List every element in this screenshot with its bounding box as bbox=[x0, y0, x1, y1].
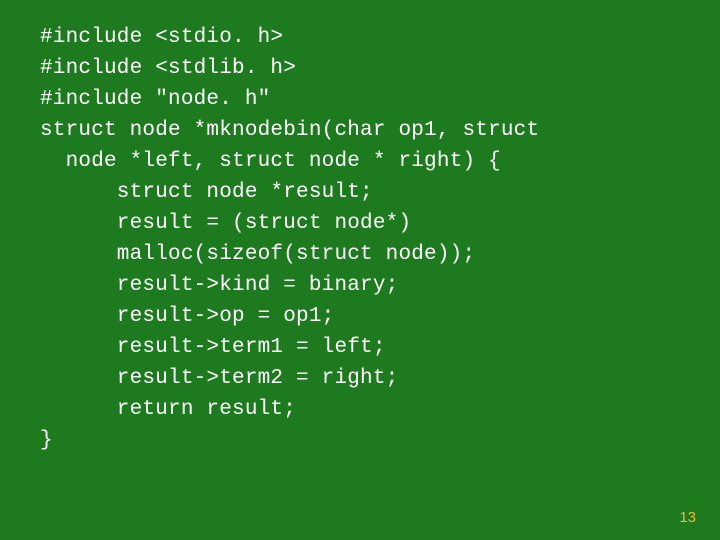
code-line: result->term2 = right; bbox=[40, 367, 398, 390]
code-line: #include <stdlib. h> bbox=[40, 57, 296, 80]
code-line: #include <stdio. h> bbox=[40, 26, 283, 49]
code-line: } bbox=[40, 429, 53, 452]
page-number: 13 bbox=[679, 509, 696, 526]
code-line: node *left, struct node * right) { bbox=[40, 150, 501, 173]
code-block: #include <stdio. h> #include <stdlib. h>… bbox=[40, 22, 700, 456]
code-line: return result; bbox=[40, 398, 296, 421]
code-line: struct node *result; bbox=[40, 181, 373, 204]
code-line: result->kind = binary; bbox=[40, 274, 398, 297]
code-line: malloc(sizeof(struct node)); bbox=[40, 243, 475, 266]
code-line: result->term1 = left; bbox=[40, 336, 386, 359]
code-line: #include "node. h" bbox=[40, 88, 270, 111]
code-line: result = (struct node*) bbox=[40, 212, 411, 235]
code-line: result->op = op1; bbox=[40, 305, 334, 328]
code-line: struct node *mknodebin(char op1, struct bbox=[40, 119, 539, 142]
